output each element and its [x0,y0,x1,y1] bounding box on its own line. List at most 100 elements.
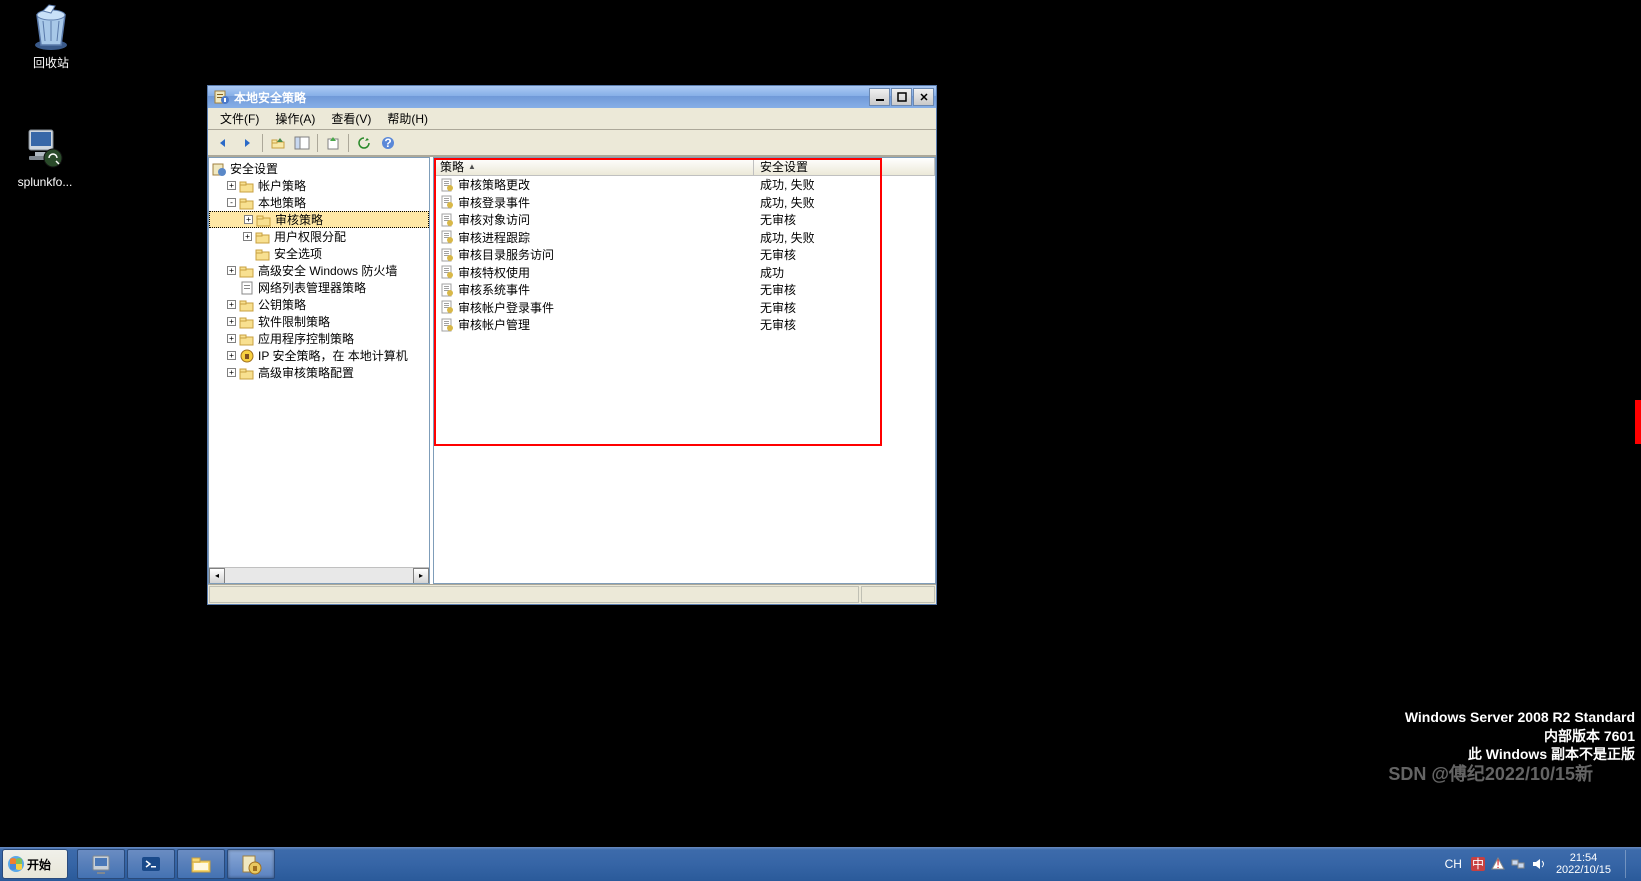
show-hide-tree-button[interactable] [291,132,313,154]
list-row[interactable]: 审核策略更改成功, 失败 [434,176,935,194]
language-indicator[interactable]: CH [1441,857,1466,871]
scroll-left-button[interactable]: ◂ [209,568,225,584]
tree-item[interactable]: 网络列表管理器策略 [209,279,429,296]
scroll-right-button[interactable]: ▸ [413,568,429,584]
expand-icon[interactable]: + [227,334,236,343]
up-button[interactable] [267,132,289,154]
titlebar[interactable]: 本地安全策略 [208,86,936,108]
list-row[interactable]: 审核对象访问无审核 [434,211,935,229]
expand-icon[interactable]: + [227,317,236,326]
collapse-icon[interactable]: - [227,198,236,207]
show-desktop-button[interactable] [1625,850,1637,878]
policy-cell: 审核帐户登录事件 [434,299,754,316]
volume-icon[interactable] [1530,856,1546,872]
setting-cell: 无审核 [754,299,935,316]
policy-label: 审核目录服务访问 [458,246,554,263]
policy-cell: 审核进程跟踪 [434,229,754,246]
policy-cell: 审核目录服务访问 [434,246,754,263]
folder-icon [239,263,255,279]
tree-item[interactable]: + IP 安全策略，在 本地计算机 [209,347,429,364]
refresh-button[interactable] [353,132,375,154]
status-cell [209,586,859,603]
tree-item-label: IP 安全策略，在 本地计算机 [258,347,408,364]
menu-view[interactable]: 查看(V) [323,108,379,129]
tree-item-label: 审核策略 [275,211,323,228]
menubar: 文件(F) 操作(A) 查看(V) 帮助(H) [208,108,936,130]
tree-item-label: 用户权限分配 [274,228,346,245]
menu-help[interactable]: 帮助(H) [379,108,436,129]
close-button[interactable] [913,88,934,106]
tree-item[interactable]: -本地策略 [209,194,429,211]
tree-item[interactable]: +应用程序控制策略 [209,330,429,347]
list-row[interactable]: 审核特权使用成功 [434,264,935,282]
expand-icon[interactable]: + [227,300,236,309]
window-title: 本地安全策略 [234,89,869,106]
taskbar-pinned-server-manager[interactable] [77,849,125,879]
list-row[interactable]: 审核帐户登录事件无审核 [434,299,935,317]
tree-item[interactable]: +公钥策略 [209,296,429,313]
ime-icon[interactable]: 中 [1470,856,1486,872]
window-local-security-policy: 本地安全策略 文件(F) 操作(A) 查看(V) 帮助(H) ? [207,85,937,605]
expand-icon[interactable]: + [244,215,253,224]
expand-icon[interactable]: + [227,368,236,377]
start-button[interactable]: 开始 [2,849,68,879]
menu-action[interactable]: 操作(A) [267,108,323,129]
tree-root[interactable]: 安全设置 [209,160,429,177]
taskbar-pinned-powershell[interactable] [127,849,175,879]
expand-icon[interactable]: + [227,351,236,360]
taskbar-pinned-explorer[interactable] [177,849,225,879]
taskbar-clock[interactable]: 21:54 2022/10/15 [1550,852,1617,876]
expand-icon[interactable]: + [227,181,236,190]
watermark-line: 内部版本 7601 [1405,727,1635,745]
csdn-watermark: SDN @傅纪2022/10/15新 [1388,760,1593,786]
folder-icon [239,178,255,194]
expand-spacer [243,249,252,258]
column-header-setting[interactable]: 安全设置 [754,158,935,175]
tree-item[interactable]: + 高级安全 Windows 防火墙 [209,262,429,279]
tree-item-label: 网络列表管理器策略 [258,279,366,296]
tree[interactable]: 安全设置 +帐户策略-本地策略 + 审核策略 + 用户权限分配安全选项 + 高级安全 Win… [209,158,429,383]
expand-icon[interactable]: + [243,232,252,241]
action-center-icon[interactable]: ! [1490,856,1506,872]
taskbar-app-local-security-policy[interactable] [227,849,275,879]
forward-button[interactable] [236,132,258,154]
setting-cell: 无审核 [754,246,935,263]
menu-file[interactable]: 文件(F) [212,108,267,129]
tree-pane: 安全设置 +帐户策略-本地策略 + 审核策略 + 用户权限分配安全选项 + 高级安全 Win… [208,157,430,584]
list-body[interactable]: 审核策略更改成功, 失败审核登录事件成功, 失败审核对象访问无审核审核进程跟踪成… [434,176,935,583]
taskbar: 开始 CH 中 ! 21:54 2022/10/15 [0,847,1641,881]
tree-item[interactable]: +帐户策略 [209,177,429,194]
policy-cell: 审核特权使用 [434,264,754,281]
tree-item[interactable]: +高级审核策略配置 [209,364,429,381]
desktop-icon-recycle-bin[interactable]: 回收站 [14,3,88,71]
minimize-button[interactable] [869,88,890,106]
list-row[interactable]: 审核进程跟踪成功, 失败 [434,229,935,247]
system-tray: CH 中 ! 21:54 2022/10/15 [1437,847,1641,881]
tree-item-label: 高级安全 Windows 防火墙 [258,262,397,279]
network-icon[interactable] [1510,856,1526,872]
tree-item[interactable]: + 审核策略 [209,211,429,228]
back-button[interactable] [212,132,234,154]
windows-logo-icon [7,855,25,873]
policy-label: 审核对象访问 [458,211,530,228]
maximize-button[interactable] [891,88,912,106]
horizontal-scrollbar[interactable]: ◂ ▸ [209,567,429,583]
scroll-track[interactable] [225,568,413,583]
expand-icon[interactable]: + [227,266,236,275]
desktop-icon-splunk[interactable]: splunkfo... [8,124,82,189]
export-button[interactable] [322,132,344,154]
list-row[interactable]: 审核目录服务访问 无审核 [434,246,935,264]
folder-icon [239,365,255,381]
app-icon [21,124,69,172]
document-icon [239,280,255,296]
ipsec-icon [239,348,255,364]
tree-item[interactable]: +软件限制策略 [209,313,429,330]
column-header-policy[interactable]: 策略 [434,158,754,175]
list-header: 策略 安全设置 [434,158,935,176]
tree-item[interactable]: 安全选项 [209,245,429,262]
list-row[interactable]: 审核帐户管理无审核 [434,316,935,334]
list-row[interactable]: 审核系统事件无审核 [434,281,935,299]
list-row[interactable]: 审核登录事件成功, 失败 [434,194,935,212]
tree-item[interactable]: + 用户权限分配 [209,228,429,245]
help-button[interactable]: ? [377,132,399,154]
